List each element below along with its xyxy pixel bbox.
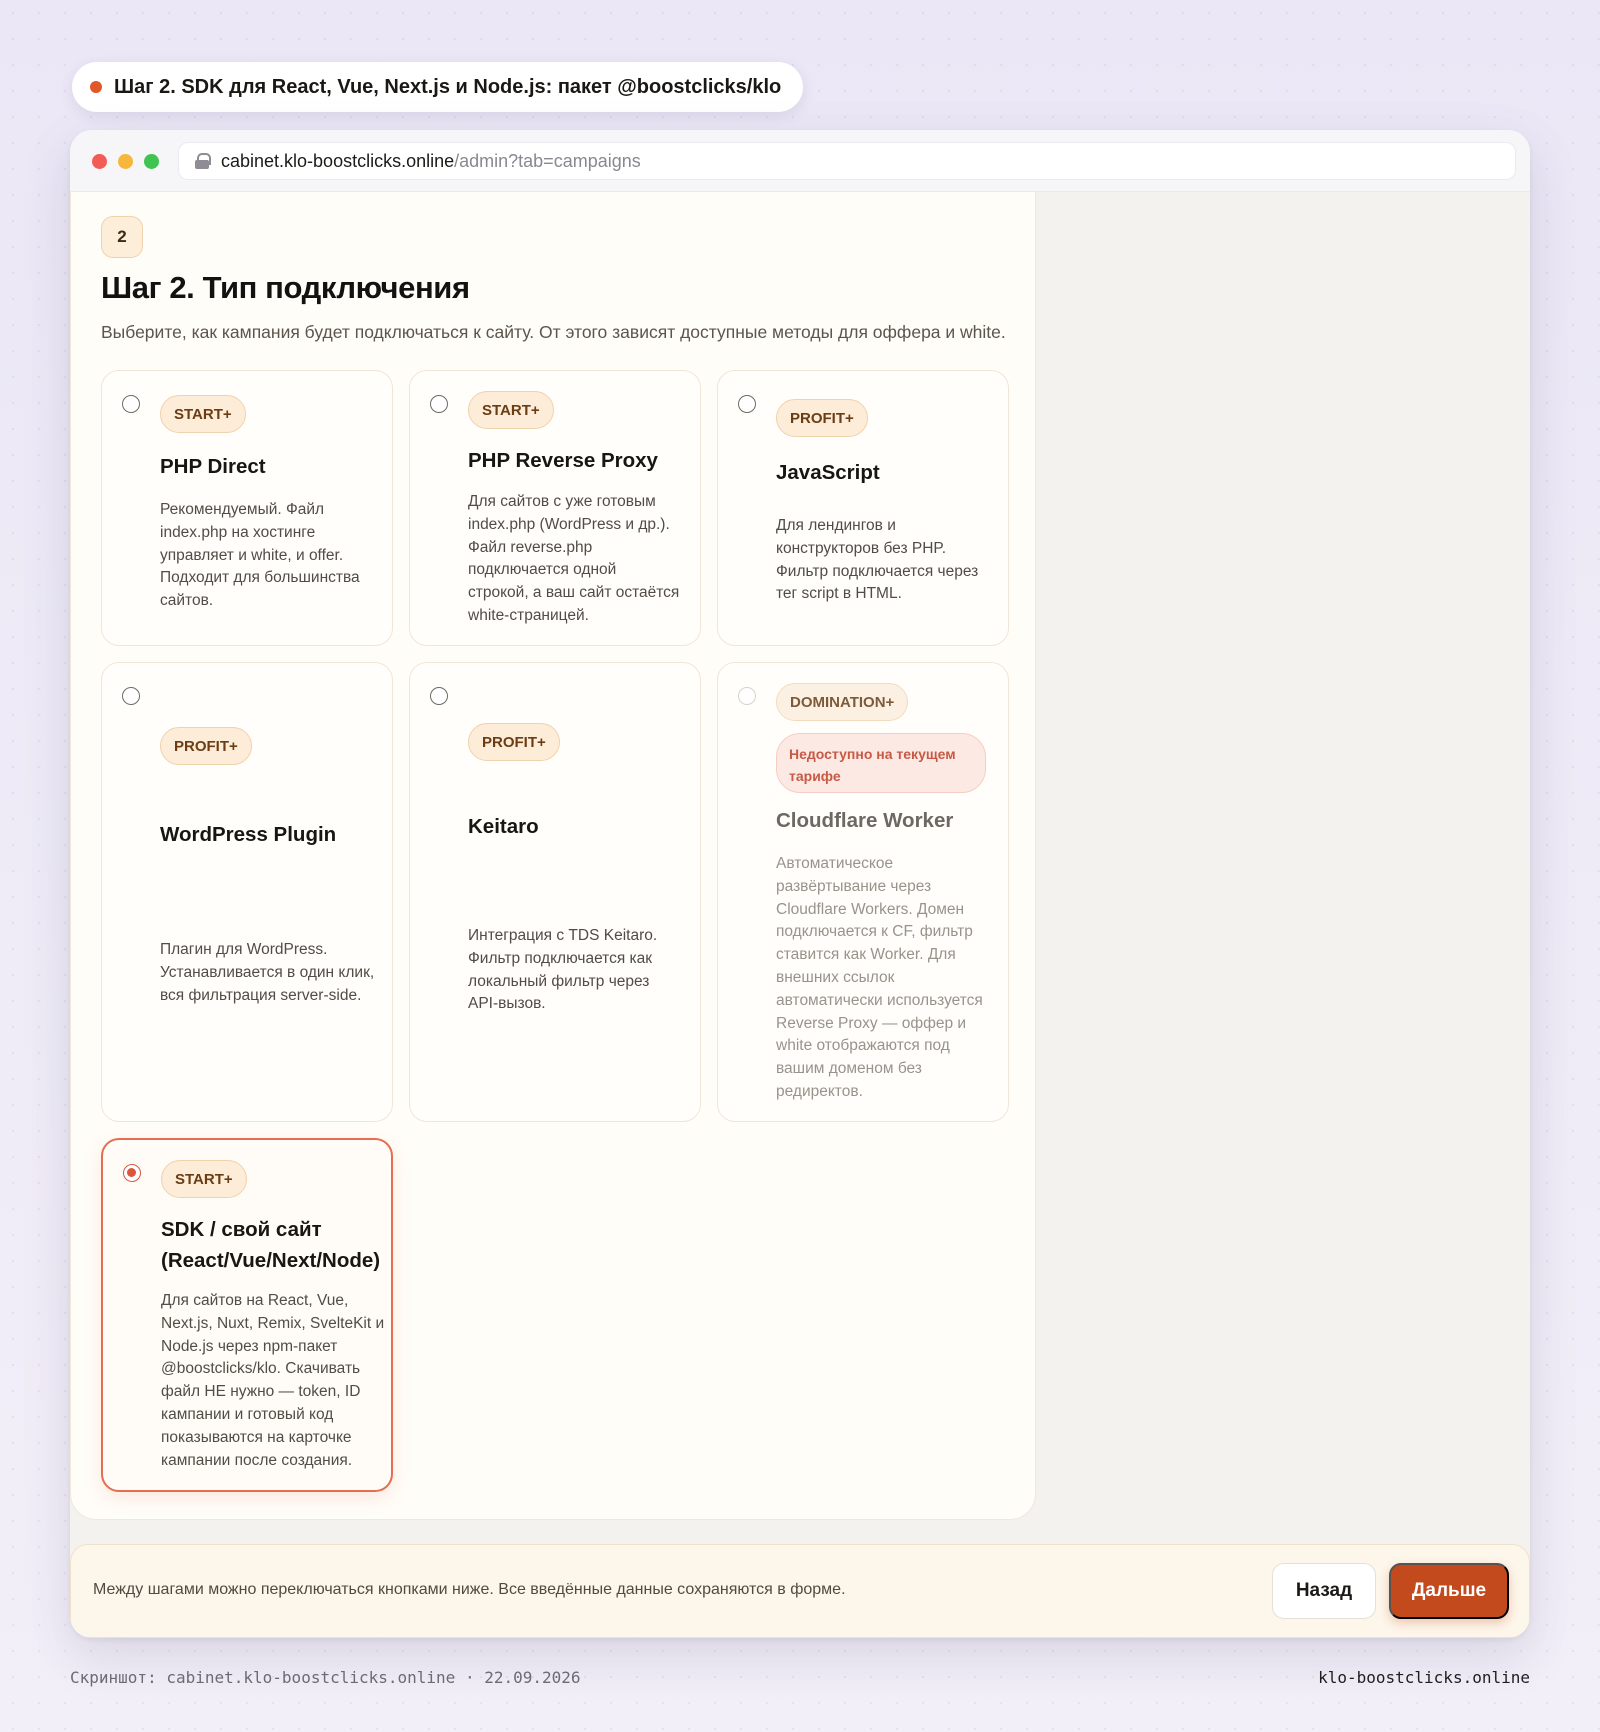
footer-caption: Скриншот: cabinet.klo-boostclicks.online… [70, 1668, 581, 1687]
tier-badge: PROFIT+ [776, 399, 868, 437]
next-button[interactable]: Дальше [1389, 1563, 1509, 1619]
step-pill: Шаг 2. SDK для React, Vue, Next.js и Nod… [72, 62, 804, 112]
status-dot-icon [90, 81, 102, 93]
option-card-cloudflare-worker: DOMINATION+ Недоступно на текущем тарифе… [717, 662, 1009, 1122]
tier-badge: START+ [468, 391, 554, 429]
close-window-icon[interactable] [92, 154, 107, 169]
radio-button[interactable] [430, 687, 448, 705]
minimize-window-icon[interactable] [118, 154, 133, 169]
page-subtitle: Выберите, как кампания будет подключатьс… [101, 322, 1006, 342]
tier-badge: PROFIT+ [160, 727, 252, 765]
option-card-php-direct[interactable]: START+ PHP Direct Рекомендуемый. Файл in… [101, 370, 393, 646]
card-title: Cloudflare Worker [776, 809, 954, 832]
card-description: Для сайтов с уже готовым index.php (Word… [468, 493, 680, 624]
navigation-hint: Между шагами можно переключаться кнопкам… [93, 1581, 846, 1598]
footer-domain: klo-boostclicks.online [1318, 1668, 1530, 1687]
option-card-keitaro[interactable]: PROFIT+ Keitaro Интеграция с TDS Keitaro… [409, 662, 701, 1122]
radio-button[interactable] [122, 687, 140, 705]
radio-button[interactable] [122, 395, 140, 413]
step-pill-text: Шаг 2. SDK для React, Vue, Next.js и Nod… [114, 75, 782, 98]
browser-titlebar: cabinet.klo-boostclicks.online/admin?tab… [70, 130, 1530, 192]
tier-badge: PROFIT+ [468, 723, 560, 761]
url-path: /admin?tab=campaigns [454, 150, 641, 171]
option-card-javascript[interactable]: PROFIT+ JavaScript Для лендингов и конст… [717, 370, 1009, 646]
tier-badge: DOMINATION+ [776, 683, 909, 721]
card-description: Интеграция с TDS Keitaro. Фильтр подключ… [468, 927, 658, 1013]
window-controls [92, 154, 159, 169]
browser-window: cabinet.klo-boostclicks.online/admin?tab… [70, 130, 1530, 1638]
address-bar[interactable]: cabinet.klo-boostclicks.online/admin?tab… [178, 142, 1516, 180]
card-title: SDK / свой сайт (React/Vue/Next/Node) [161, 1218, 381, 1272]
option-card-php-reverse-proxy[interactable]: START+ PHP Reverse Proxy Для сайтов с уж… [409, 370, 701, 646]
card-description: Для лендингов и конструкторов без PHP. Ф… [776, 517, 979, 603]
connection-type-panel: 2 Шаг 2. Тип подключения Выберите, как к… [70, 192, 1036, 1520]
tier-badge: START+ [160, 395, 246, 433]
radio-button-disabled [738, 687, 756, 705]
card-description: Плагин для WordPress. Устанавливается в … [160, 941, 375, 1004]
maximize-window-icon[interactable] [144, 154, 159, 169]
step-number-badge: 2 [101, 216, 143, 258]
card-title: Keitaro [468, 815, 539, 838]
card-title: PHP Direct [160, 455, 266, 478]
card-title: PHP Reverse Proxy [468, 449, 658, 472]
unavailable-badge: Недоступно на текущем тарифе [776, 733, 986, 793]
page-title: Шаг 2. Тип подключения [101, 270, 470, 305]
wizard-navigation-bar: Между шагами можно переключаться кнопкам… [70, 1544, 1530, 1638]
option-card-sdk[interactable]: START+ SDK / свой сайт (React/Vue/Next/N… [101, 1138, 393, 1492]
radio-button-checked[interactable] [123, 1164, 141, 1182]
url-host: cabinet.klo-boostclicks.online [221, 150, 455, 171]
option-card-wordpress-plugin[interactable]: PROFIT+ WordPress Plugin Плагин для Word… [101, 662, 393, 1122]
lock-icon [195, 153, 211, 169]
card-description: Для сайтов на React, Vue, Next.js, Nuxt,… [161, 1292, 385, 1469]
tier-badge: START+ [161, 1160, 247, 1198]
radio-button[interactable] [738, 395, 756, 413]
card-title: JavaScript [776, 461, 880, 484]
back-button[interactable]: Назад [1272, 1563, 1376, 1619]
card-description: Рекомендуемый. Файл index.php на хостинг… [160, 501, 360, 610]
card-description: Автоматическое развёртывание через Cloud… [776, 855, 983, 1100]
radio-button[interactable] [430, 395, 448, 413]
card-title: WordPress Plugin [160, 823, 337, 846]
